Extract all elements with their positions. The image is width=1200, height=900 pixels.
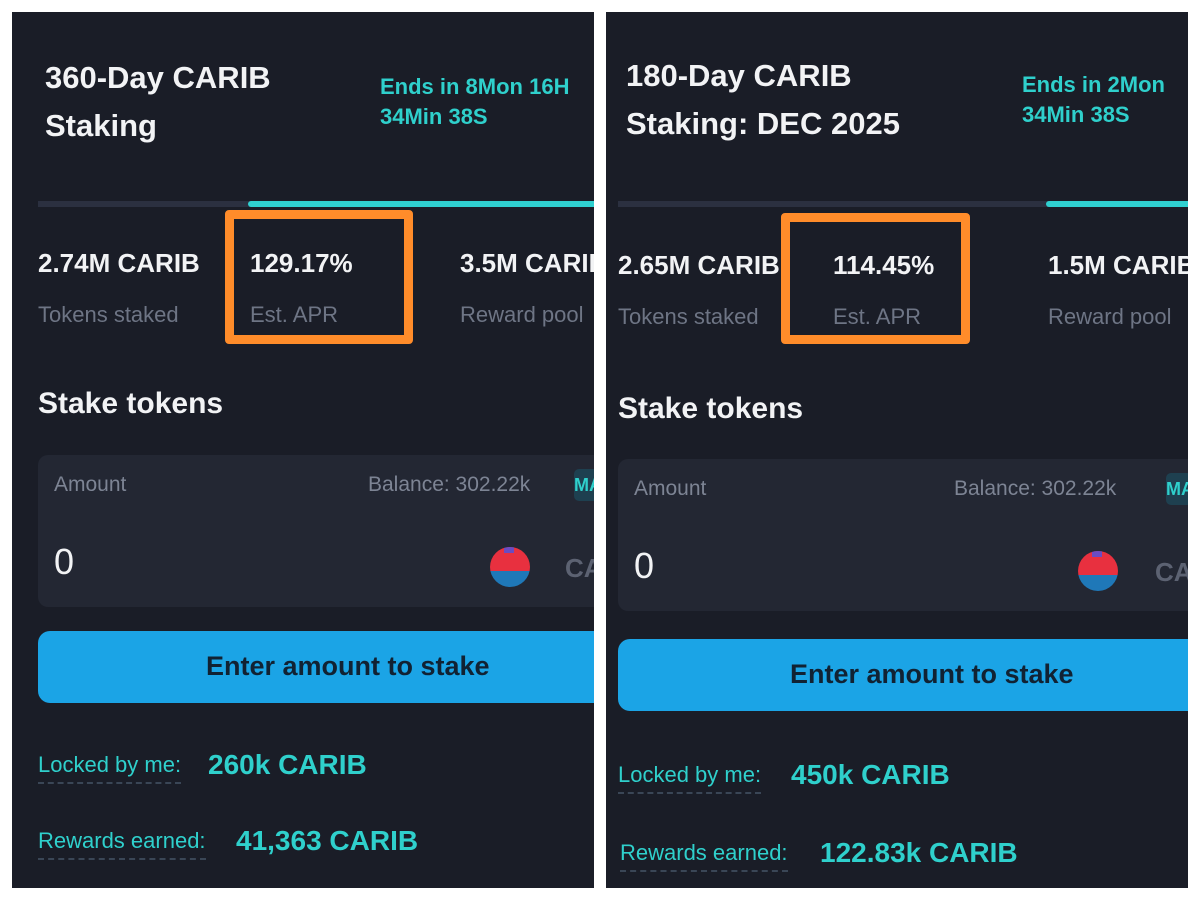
balance-text: Balance: 302.22k [368,473,531,496]
amount-input[interactable] [54,541,174,583]
countdown: Ends in 8Mon 16H 34Min 38S [380,72,569,132]
stake-button-label: Enter amount to stake [206,651,490,681]
tokens-staked-label: Tokens staked [618,304,759,329]
reward-pool-label: Reward pool [460,302,584,327]
staking-panel-180-day: 180-Day CARIB Staking: DEC 2025 Ends in … [606,12,1188,888]
rewards-earned-label: Rewards earned: [38,828,206,860]
stake-button-label: Enter amount to stake [790,659,1074,689]
carib-token-icon [1078,551,1118,591]
carib-token-icon [490,547,530,587]
tokens-staked-label: Tokens staked [38,302,179,327]
pool-title: 180-Day CARIB Staking: DEC 2025 [626,52,900,148]
stake-tokens-heading: Stake tokens [618,392,804,425]
locked-by-me-label: Locked by me: [618,762,762,794]
locked-by-me-value: 450k CARIB [791,759,950,790]
progress-track [618,201,1188,207]
staking-panel-360-day: 360-Day CARIB Staking Ends in 8Mon 16H 3… [12,12,594,888]
reward-pool-value: 3.5M CARIB [460,248,594,278]
countdown-line1: Ends in 2Mon [1022,72,1165,97]
locked-by-me-label: Locked by me: [38,752,182,784]
locked-by-me-value: 260k CARIB [208,749,367,780]
stake-tokens-heading: Stake tokens [38,387,224,420]
countdown: Ends in 2Mon 34Min 38S [1022,70,1165,130]
countdown-line1: Ends in 8Mon 16H [380,74,570,99]
amount-label: Amount [54,473,127,496]
pool-title: 360-Day CARIB Staking [45,54,271,150]
amount-input-card: Amount Balance: 302.22k MAX CARIB [38,455,594,607]
rewards-earned-value: 122.83k CARIB [820,837,1018,868]
reward-pool-label: Reward pool [1048,304,1172,329]
countdown-line2: 34Min 38S [1022,102,1130,127]
token-symbol[interactable]: CARIB [565,553,594,584]
tokens-staked-value: 2.74M CARIB [38,248,200,278]
tokens-staked-value: 2.65M CARIB [618,250,780,280]
amount-label: Amount [634,477,707,500]
stake-button[interactable]: Enter amount to stake [38,631,594,703]
apr-highlight-box [781,213,970,344]
pool-title-line1: 360-Day CARIB [45,60,271,95]
apr-highlight-box [225,210,413,344]
countdown-line2: 34Min 38S [380,104,488,129]
pool-title-line2: Staking [45,108,157,143]
pool-title-line1: 180-Day CARIB [626,58,852,93]
reward-pool-value: 1.5M CARIB [1048,250,1188,280]
amount-input[interactable] [634,545,754,587]
progress-fill [248,201,594,207]
max-button[interactable]: MAX [574,469,594,501]
max-button[interactable]: MAX [1166,473,1188,505]
amount-input-card: Amount Balance: 302.22k MAX CARIB [618,459,1188,611]
progress-track [38,201,594,207]
balance-text: Balance: 302.22k [954,477,1117,500]
rewards-earned-value: 41,363 CARIB [236,825,419,856]
progress-fill [1046,201,1188,207]
token-symbol[interactable]: CARIB [1155,557,1188,588]
rewards-earned-label: Rewards earned: [620,840,788,872]
stake-button[interactable]: Enter amount to stake [618,639,1188,711]
pool-title-line2: Staking: DEC 2025 [626,106,900,141]
